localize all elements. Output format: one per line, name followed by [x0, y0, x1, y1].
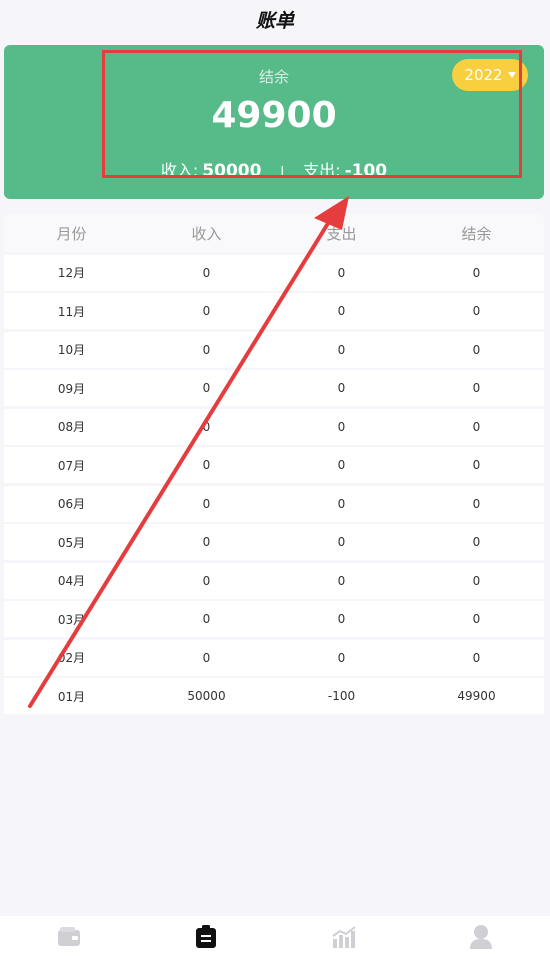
income-cell: 0	[202, 612, 211, 626]
balance-cell: 0	[472, 458, 481, 472]
month-cell: 12月	[57, 266, 86, 280]
month-cell: 07月	[57, 458, 86, 473]
expense-cell: 0	[337, 535, 346, 549]
income-cell: 0	[202, 458, 211, 472]
tab-statistics[interactable]	[275, 916, 413, 958]
expense-cell: 0	[337, 573, 346, 588]
month-cell: 03月	[57, 612, 86, 627]
expense-cell: 0	[337, 265, 346, 280]
balance-cell: 0	[472, 342, 481, 357]
table-row[interactable]: 08月 0 0 0	[4, 408, 544, 445]
balance-cell: 0	[472, 535, 481, 549]
table-header: 月份 收入 支出 结余	[4, 214, 544, 252]
table-row[interactable]: 10月 0 0 0	[4, 331, 544, 368]
income-cell: 0	[202, 304, 211, 318]
balance-cell: 0	[472, 496, 481, 511]
balance-cell: 0	[472, 419, 481, 434]
income-cell: 0	[202, 573, 211, 588]
income-cell: 50000	[187, 689, 226, 703]
balance-cell: 0	[472, 650, 481, 665]
tab-bill[interactable]	[138, 916, 276, 958]
expense-cell: 0	[337, 304, 346, 318]
income-cell: 0	[202, 650, 211, 665]
bottom-tab-bar	[0, 916, 550, 958]
tab-wallet[interactable]	[0, 916, 138, 958]
income-cell: 0	[202, 342, 211, 357]
expense-cell: 0	[337, 650, 346, 665]
table-row[interactable]: 03月 0 0 0	[4, 601, 544, 637]
table-row[interactable]: 05月 0 0 0	[4, 524, 544, 560]
person-icon	[470, 925, 493, 949]
table-row[interactable]: 09月 0 0 0	[4, 370, 544, 406]
column-header-income: 收入	[191, 224, 222, 243]
expense-cell: -100	[327, 689, 356, 703]
annotation-highlight-box	[102, 50, 522, 178]
table-row[interactable]: 04月 0 0 0	[4, 562, 544, 599]
month-cell: 05月	[57, 535, 86, 550]
column-header-expense: 支出	[326, 224, 357, 243]
expense-cell: 0	[337, 419, 346, 434]
tab-profile[interactable]	[413, 916, 550, 958]
balance-cell: 0	[472, 265, 481, 280]
month-cell: 06月	[57, 497, 86, 511]
balance-cell: 0	[472, 573, 481, 588]
wallet-icon	[57, 927, 80, 946]
table-row[interactable]: 07月 0 0 0	[4, 447, 544, 483]
expense-cell: 0	[337, 458, 346, 472]
income-cell: 0	[202, 535, 211, 549]
income-cell: 0	[202, 265, 211, 280]
month-cell: 11月	[57, 304, 86, 319]
page-title: 账单	[255, 10, 294, 32]
table-row[interactable]: 12月 0 0 0	[4, 254, 544, 291]
balance-cell: 49900	[457, 689, 496, 703]
column-header-month: 月份	[56, 224, 87, 243]
table-row[interactable]: 02月 0 0 0	[4, 639, 544, 676]
expense-cell: 0	[337, 381, 346, 395]
balance-cell: 0	[472, 381, 481, 395]
income-cell: 0	[202, 381, 211, 395]
income-cell: 0	[202, 419, 211, 434]
chart-icon	[332, 926, 356, 948]
column-header-balance: 结余	[461, 224, 492, 243]
month-cell: 02月	[57, 651, 86, 665]
month-cell: 08月	[57, 420, 86, 434]
month-cell: 01月	[57, 689, 86, 704]
expense-cell: 0	[337, 612, 346, 626]
table-row[interactable]: 06月 0 0 0	[4, 485, 544, 522]
balance-cell: 0	[472, 612, 481, 626]
table-row[interactable]: 01月 50000 -100 49900	[4, 678, 544, 714]
month-cell: 09月	[57, 381, 86, 396]
clipboard-icon	[196, 925, 217, 948]
expense-cell: 0	[337, 496, 346, 511]
monthly-table: 月份 收入 支出 结余 12月 0 0 0 11月 0 0 0 10月 0 0 …	[4, 214, 544, 714]
table-row[interactable]: 11月 0 0 0	[4, 293, 544, 329]
expense-cell: 0	[337, 342, 346, 357]
balance-cell: 0	[472, 304, 481, 318]
month-cell: 10月	[57, 343, 86, 357]
income-cell: 0	[202, 496, 211, 511]
month-cell: 04月	[57, 574, 86, 588]
